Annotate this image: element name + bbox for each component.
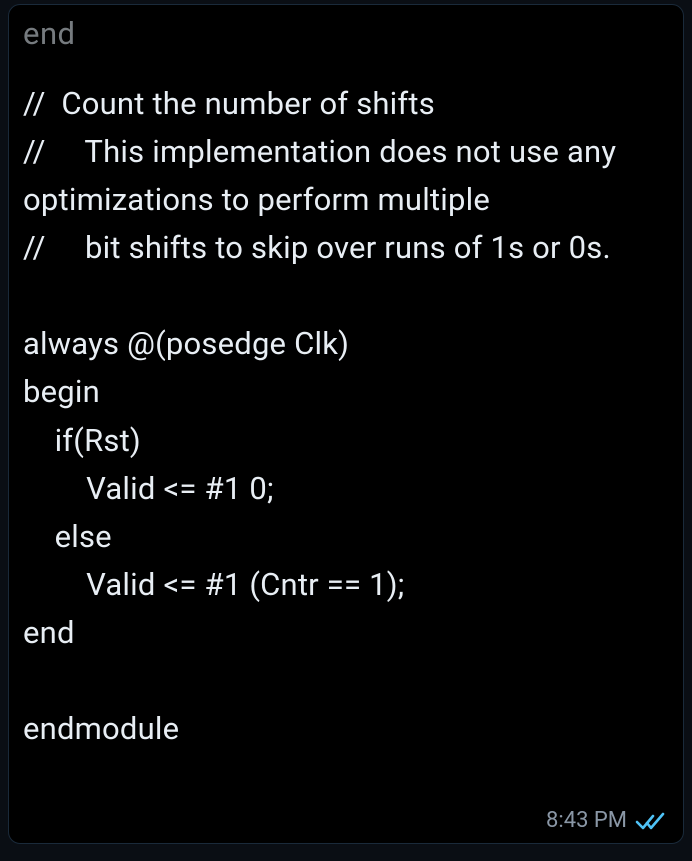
read-receipt-icon <box>635 810 665 832</box>
message-code-content: // Count the number of shifts // This im… <box>23 80 669 753</box>
message-bubble[interactable]: end // Count the number of shifts // Thi… <box>8 4 684 844</box>
truncated-previous-line: end <box>23 15 669 52</box>
message-timestamp: 8:43 PM <box>546 808 627 833</box>
message-meta: 8:43 PM <box>546 808 665 833</box>
